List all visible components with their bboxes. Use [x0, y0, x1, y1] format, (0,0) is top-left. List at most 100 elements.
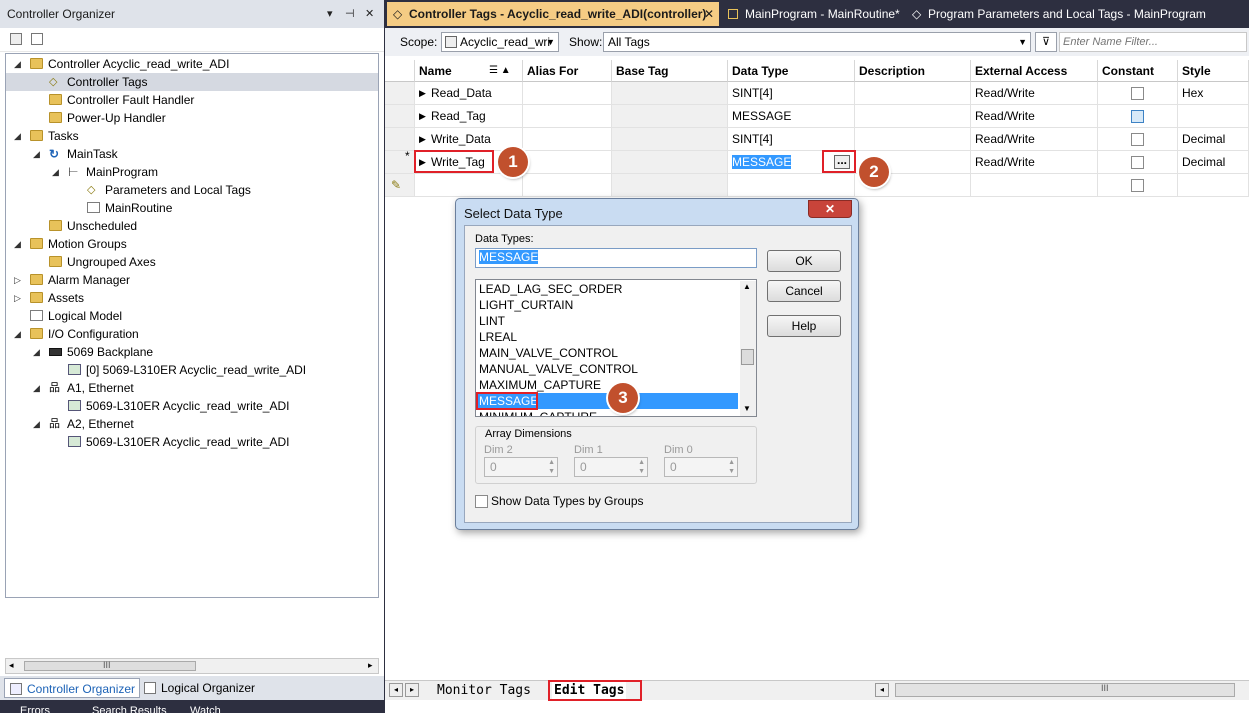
cell-base[interactable]	[612, 105, 728, 128]
collapse-all-icon[interactable]	[10, 33, 22, 45]
collapse-icon[interactable]: ◢	[14, 55, 24, 73]
cell-style[interactable]	[1178, 105, 1249, 128]
constant-checkbox[interactable]	[1131, 133, 1144, 146]
scroll-thumb[interactable]: III	[24, 660, 196, 671]
column-header[interactable]: External Access	[971, 60, 1098, 82]
pane-menu-icon[interactable]: ▾	[327, 7, 333, 20]
constant-checkbox[interactable]	[1131, 156, 1144, 169]
cell-style[interactable]: Decimal	[1178, 128, 1249, 151]
scroll-up-icon[interactable]: ▲	[743, 282, 751, 291]
name-filter-input[interactable]	[1059, 32, 1247, 52]
tree-horizontal-scrollbar[interactable]: ◂ III ▸	[5, 658, 379, 674]
cell-type[interactable]: MESSAGE	[728, 105, 855, 128]
data-type-input[interactable]: MESSAGE	[475, 248, 757, 268]
spinner-arrows-icon[interactable]: ▲ ▼	[728, 458, 735, 476]
show-by-groups-checkbox[interactable]	[475, 495, 488, 508]
pin-icon[interactable]: ⊣	[345, 7, 355, 20]
constant-checkbox[interactable]	[1131, 87, 1144, 100]
column-header[interactable]: Name ☰ ▲	[415, 60, 523, 82]
expand-icon[interactable]: ▶	[419, 128, 426, 150]
tree-item[interactable]: Logical Model	[6, 307, 378, 325]
tab-program-parameters[interactable]: ◇ Program Parameters and Local Tags - Ma…	[906, 2, 1206, 26]
tab-main-routine[interactable]: MainProgram - MainRoutine*	[723, 2, 900, 26]
tree-item[interactable]: 5069-L310ER Acyclic_read_write_ADI	[6, 397, 378, 415]
cell-type[interactable]: SINT[4]	[728, 82, 855, 105]
dim0-spinner[interactable]: 0 ▲ ▼	[664, 457, 738, 477]
cell-alias[interactable]	[523, 174, 612, 197]
cell-desc[interactable]	[855, 82, 971, 105]
tree-item[interactable]: ◢ Motion Groups	[6, 235, 378, 253]
help-button[interactable]: Help	[767, 315, 841, 337]
grid-horizontal-scrollbar[interactable]: III	[895, 683, 1235, 697]
data-type-list-item[interactable]: MANUAL_VALVE_CONTROL	[478, 361, 738, 377]
cell-alias[interactable]	[523, 105, 612, 128]
row-header[interactable]: *	[385, 151, 415, 174]
dim1-spinner[interactable]: 0 ▲ ▼	[574, 457, 648, 477]
tree-item[interactable]: ◇ Controller Tags	[6, 73, 378, 91]
column-header[interactable]: Base Tag	[612, 60, 728, 82]
row-header[interactable]	[385, 128, 415, 151]
column-header[interactable]: Description	[855, 60, 971, 82]
cell-constant[interactable]	[1098, 128, 1178, 151]
constant-checkbox[interactable]	[1131, 110, 1144, 123]
cell-name[interactable]	[415, 174, 523, 197]
tab-controller-organizer[interactable]: Controller Organizer	[4, 678, 141, 698]
dim2-spinner[interactable]: 0 ▲ ▼	[484, 457, 558, 477]
cell-access[interactable]	[971, 174, 1098, 197]
cell-access[interactable]: Read/Write	[971, 82, 1098, 105]
spinner-arrows-icon[interactable]: ▲ ▼	[548, 458, 555, 476]
tree-item[interactable]: MainRoutine	[6, 199, 378, 217]
collapse-icon[interactable]: ◢	[14, 127, 24, 145]
tree-item[interactable]: ◢ ⊢ MainProgram	[6, 163, 378, 181]
collapse-icon[interactable]: ◢	[52, 163, 62, 181]
column-header[interactable]: Style	[1178, 60, 1249, 82]
close-icon[interactable]: ✕	[365, 7, 374, 20]
tree-item[interactable]: ◢ 品 A2, Ethernet	[6, 415, 378, 433]
dialog-close-button[interactable]: ✕	[808, 200, 852, 218]
sort-icon[interactable]: ☰ ▲	[489, 60, 511, 82]
tree-item[interactable]: ▷ Alarm Manager	[6, 271, 378, 289]
tree-item[interactable]: ◢ Tasks	[6, 127, 378, 145]
errors-tab[interactable]: Errors	[20, 705, 50, 713]
scope-select[interactable]: Acyclic_read_wri ▼	[441, 32, 559, 52]
row-header[interactable]	[385, 82, 415, 105]
cell-name[interactable]: ▶ Read_Tag	[415, 105, 523, 128]
column-header[interactable]: Constant	[1098, 60, 1178, 82]
tree-item[interactable]: ▷ Assets	[6, 289, 378, 307]
cell-name[interactable]: ▶ Read_Data	[415, 82, 523, 105]
collapse-icon[interactable]: ◢	[33, 343, 43, 361]
scroll-left-icon[interactable]: ◂	[875, 683, 889, 697]
tab-controller-tags[interactable]: ◇ Controller Tags - Acyclic_read_write_A…	[387, 2, 719, 26]
tree-item[interactable]: Power-Up Handler	[6, 109, 378, 127]
expand-all-icon[interactable]	[31, 33, 43, 45]
scroll-thumb[interactable]	[741, 349, 754, 365]
column-header[interactable]: Alias For	[523, 60, 612, 82]
collapse-icon[interactable]: ◢	[33, 379, 43, 397]
list-scrollbar[interactable]: ▲ ▼	[740, 281, 756, 416]
tree-item[interactable]: ◢ 品 A1, Ethernet	[6, 379, 378, 397]
tab-logical-organizer[interactable]: Logical Organizer	[139, 678, 259, 698]
filter-icon[interactable]: ⊽	[1035, 32, 1057, 52]
next-tab-icon[interactable]: ▸	[405, 683, 419, 697]
collapse-icon[interactable]: ◢	[33, 415, 43, 433]
cell-base[interactable]	[612, 82, 728, 105]
tree-item[interactable]: ◢ I/O Configuration	[6, 325, 378, 343]
cell-constant[interactable]	[1098, 174, 1178, 197]
spinner-arrows-icon[interactable]: ▲ ▼	[638, 458, 645, 476]
scroll-down-icon[interactable]: ▼	[743, 404, 751, 413]
cell-base[interactable]	[612, 151, 728, 174]
cell-access[interactable]: Read/Write	[971, 151, 1098, 174]
expand-icon[interactable]: ▶	[419, 105, 426, 127]
data-type-list-item[interactable]: LIGHT_CURTAIN	[478, 297, 738, 313]
scroll-left-icon[interactable]: ◂	[9, 660, 14, 671]
cell-access[interactable]: Read/Write	[971, 105, 1098, 128]
cell-type[interactable]: SINT[4]	[728, 128, 855, 151]
scroll-right-icon[interactable]: ▸	[368, 660, 373, 671]
collapse-icon[interactable]: ◢	[14, 325, 24, 343]
data-type-list-item[interactable]: MAIN_VALVE_CONTROL	[478, 345, 738, 361]
tree-item[interactable]: Unscheduled	[6, 217, 378, 235]
watch-tab[interactable]: Watch	[190, 705, 221, 713]
cell-base[interactable]	[612, 174, 728, 197]
tree-item[interactable]: 5069-L310ER Acyclic_read_write_ADI	[6, 433, 378, 451]
data-type-list-item[interactable]: LREAL	[478, 329, 738, 345]
